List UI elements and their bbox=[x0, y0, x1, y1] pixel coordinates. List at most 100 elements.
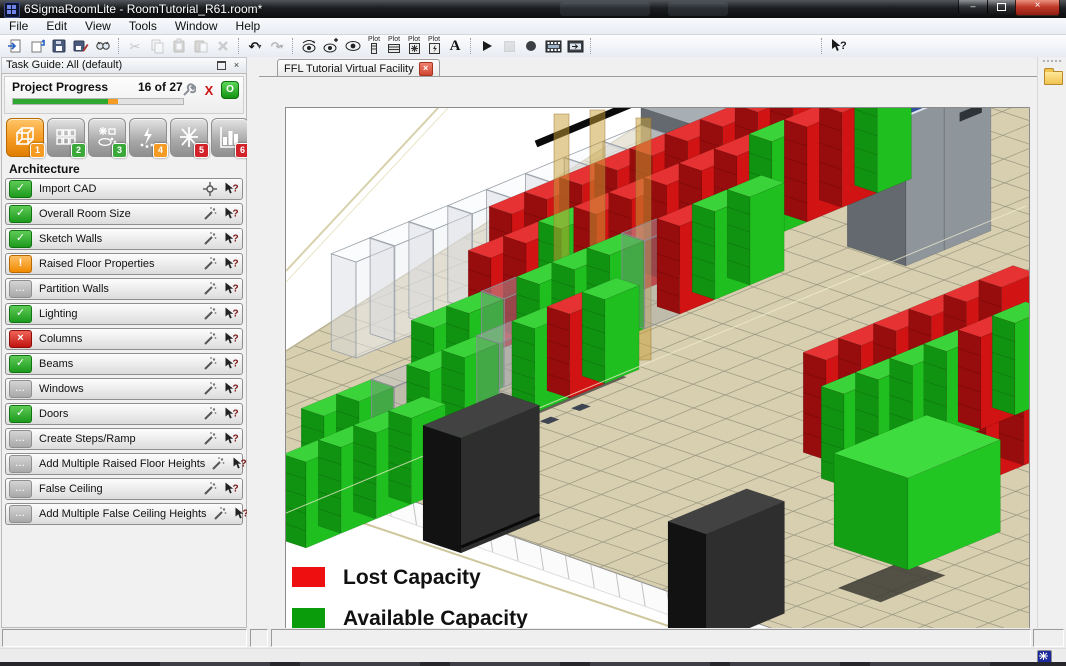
copy-icon[interactable] bbox=[146, 36, 168, 56]
step-badge: 5 bbox=[194, 143, 209, 158]
paste-icon[interactable] bbox=[168, 36, 190, 56]
task-item-import-cad[interactable]: ✓Import CAD? bbox=[5, 178, 243, 200]
wand-icon[interactable] bbox=[202, 231, 218, 247]
task-item-overall-room-size[interactable]: ✓Overall Room Size? bbox=[5, 203, 243, 225]
wand-icon[interactable] bbox=[212, 506, 228, 522]
task-item-beams[interactable]: ✓Beams? bbox=[5, 353, 243, 375]
wand-icon[interactable] bbox=[210, 456, 226, 472]
wand-icon[interactable] bbox=[202, 381, 218, 397]
import-model-icon[interactable] bbox=[26, 36, 48, 56]
step-button-2[interactable]: 2 bbox=[47, 118, 85, 157]
help-icon[interactable]: ? bbox=[223, 356, 239, 372]
play-icon[interactable] bbox=[476, 36, 498, 56]
menu-file[interactable]: File bbox=[0, 18, 37, 34]
plot-power-icon[interactable]: Plot bbox=[424, 36, 444, 57]
menu-edit[interactable]: Edit bbox=[37, 18, 76, 34]
delete-icon[interactable] bbox=[212, 36, 234, 56]
help-icon[interactable]: ? bbox=[223, 231, 239, 247]
help-icon[interactable]: ? bbox=[223, 181, 239, 197]
task-item-add-multiple-false-ceiling-heights[interactable]: ...Add Multiple False Ceiling Heights? bbox=[5, 503, 243, 525]
view-eye-icon[interactable] bbox=[342, 36, 364, 56]
cancel-icon[interactable]: X bbox=[201, 82, 217, 98]
help-icon[interactable]: ? bbox=[223, 306, 239, 322]
wand-icon[interactable] bbox=[202, 406, 218, 422]
wand-icon[interactable] bbox=[202, 306, 218, 322]
maximize-button[interactable] bbox=[987, 0, 1016, 14]
save-as-icon[interactable] bbox=[70, 36, 92, 56]
svg-text:?: ? bbox=[233, 359, 239, 370]
task-item-create-steps-ramp[interactable]: ...Create Steps/Ramp? bbox=[5, 428, 243, 450]
context-help-icon[interactable]: ? bbox=[827, 36, 849, 56]
help-icon[interactable]: ? bbox=[223, 381, 239, 397]
minimize-button[interactable]: – bbox=[958, 0, 988, 14]
plot-cooling-icon[interactable]: Plot bbox=[404, 36, 424, 57]
movie-export-icon[interactable] bbox=[564, 36, 586, 56]
menu-tools[interactable]: Tools bbox=[120, 18, 166, 34]
task-label: Raised Floor Properties bbox=[39, 258, 155, 270]
locate-icon[interactable] bbox=[202, 181, 218, 197]
menu-window[interactable]: Window bbox=[166, 18, 227, 34]
help-icon[interactable]: ? bbox=[223, 481, 239, 497]
task-item-lighting[interactable]: ✓Lighting? bbox=[5, 303, 243, 325]
help-icon[interactable]: ? bbox=[231, 456, 247, 472]
close-panel-button[interactable]: × bbox=[230, 59, 243, 71]
menu-help[interactable]: Help bbox=[227, 18, 270, 34]
toolbar-grip[interactable] bbox=[1043, 60, 1061, 65]
help-icon[interactable]: ? bbox=[223, 331, 239, 347]
task-item-raised-floor-properties[interactable]: !Raised Floor Properties? bbox=[5, 253, 243, 275]
undo-icon[interactable]: ↶▾ bbox=[244, 36, 266, 56]
task-item-columns[interactable]: ×Columns? bbox=[5, 328, 243, 350]
movie-icon[interactable] bbox=[542, 36, 564, 56]
wand-icon[interactable] bbox=[202, 481, 218, 497]
wand-icon[interactable] bbox=[202, 206, 218, 222]
task-label: Columns bbox=[39, 333, 82, 345]
task-item-doors[interactable]: ✓Doors? bbox=[5, 403, 243, 425]
plot-rack-icon[interactable]: Plot bbox=[364, 36, 384, 57]
wand-icon[interactable] bbox=[202, 256, 218, 272]
model-3d-viewport[interactable]: Lost CapacityAvailable Capacity bbox=[285, 107, 1030, 639]
task-guide-title: Task Guide: All (default) bbox=[6, 59, 122, 71]
view-add-icon[interactable] bbox=[320, 36, 342, 56]
step-button-6[interactable]: 6 bbox=[211, 118, 249, 157]
step-button-4[interactable]: 4 bbox=[129, 118, 167, 157]
help-icon[interactable]: ? bbox=[223, 281, 239, 297]
help-icon[interactable]: ? bbox=[223, 256, 239, 272]
wand-icon[interactable] bbox=[202, 431, 218, 447]
redo-icon[interactable]: ↷▾ bbox=[266, 36, 288, 56]
task-item-sketch-walls[interactable]: ✓Sketch Walls? bbox=[5, 228, 243, 250]
open-room-icon[interactable] bbox=[4, 36, 26, 56]
wand-icon[interactable] bbox=[202, 281, 218, 297]
stop-icon[interactable] bbox=[498, 36, 520, 56]
help-icon[interactable]: ? bbox=[223, 406, 239, 422]
step-button-1[interactable]: 1 bbox=[6, 118, 44, 157]
cut-icon[interactable]: ✂ bbox=[124, 36, 146, 56]
save-icon[interactable] bbox=[48, 36, 70, 56]
step-button-5[interactable]: 5 bbox=[170, 118, 208, 157]
workflow-steps: 1234 56 bbox=[6, 118, 249, 157]
record-icon[interactable] bbox=[520, 36, 542, 56]
task-item-partition-walls[interactable]: ...Partition Walls? bbox=[5, 278, 243, 300]
view-rotate-icon[interactable] bbox=[298, 36, 320, 56]
duplicate-icon[interactable] bbox=[190, 36, 212, 56]
wand-icon[interactable] bbox=[202, 356, 218, 372]
help-icon[interactable]: ? bbox=[223, 431, 239, 447]
float-panel-button[interactable] bbox=[215, 59, 228, 71]
step-button-3[interactable]: 3 bbox=[88, 118, 126, 157]
folder-icon[interactable] bbox=[1044, 71, 1063, 85]
text-annotation-icon[interactable]: A bbox=[444, 36, 466, 56]
tab-close-icon[interactable]: × bbox=[419, 62, 433, 76]
plot-table-icon[interactable]: Plot bbox=[384, 36, 404, 57]
close-button[interactable]: × bbox=[1015, 0, 1060, 16]
task-item-add-multiple-raised-floor-heights[interactable]: ...Add Multiple Raised Floor Heights? bbox=[5, 453, 243, 475]
find-icon[interactable] bbox=[92, 36, 114, 56]
wand-icon[interactable] bbox=[202, 331, 218, 347]
task-item-false-ceiling[interactable]: ...False Ceiling? bbox=[5, 478, 243, 500]
help-icon[interactable]: ? bbox=[223, 206, 239, 222]
configure-wrench-icon[interactable] bbox=[181, 82, 197, 98]
menu-view[interactable]: View bbox=[76, 18, 120, 34]
panel-splitter[interactable] bbox=[247, 57, 259, 628]
tab-ffl-tutorial[interactable]: FFL Tutorial Virtual Facility × bbox=[277, 59, 440, 77]
run-task-icon[interactable]: O bbox=[221, 81, 239, 99]
task-item-windows[interactable]: ...Windows? bbox=[5, 378, 243, 400]
progress-bar bbox=[12, 98, 184, 105]
